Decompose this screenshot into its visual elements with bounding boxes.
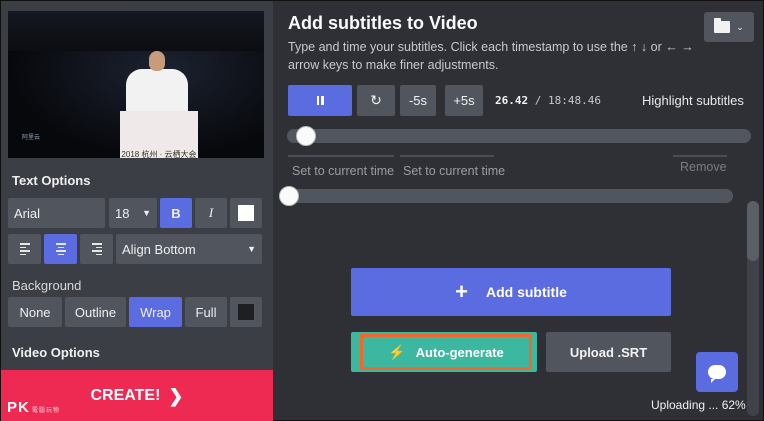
background-color-swatch (238, 304, 254, 320)
magic-wand-icon: ⚡ (388, 343, 406, 360)
page-description: Type and time your subtitles. Click each… (288, 40, 694, 72)
start-time-field[interactable] (288, 155, 394, 157)
bold-button[interactable]: B (160, 198, 192, 228)
align-center-icon (55, 243, 66, 255)
background-wrap-button[interactable]: Wrap (129, 297, 182, 327)
remove-subtitle-link[interactable]: Remove (680, 160, 727, 174)
chat-button[interactable] (696, 352, 738, 392)
background-none-button[interactable]: None (8, 297, 62, 327)
duration: 18:48.46 (548, 94, 601, 107)
file-menu-button[interactable]: ⌄ (704, 12, 754, 42)
editor-panel: Add subtitles to Video Type and time you… (273, 1, 764, 421)
end-time-field[interactable] (400, 155, 494, 157)
subtitle-range-track[interactable] (281, 189, 733, 203)
text-color-swatch (238, 205, 254, 221)
watermark-logo: PK 電腦玩物 (7, 399, 60, 416)
time-separator: / (528, 94, 548, 107)
align-center-button[interactable] (44, 234, 77, 264)
set-end-current-link[interactable]: Set to current time (403, 164, 505, 178)
text-color-button[interactable] (230, 198, 262, 228)
page-title: Add subtitles to Video (288, 13, 478, 33)
options-panel: 2018 杭州 · 云栖大会 阿里云 Text Options Arial 18… (1, 1, 273, 421)
upload-srt-button[interactable]: Upload .SRT (546, 332, 671, 372)
font-value: Arial (14, 205, 41, 221)
background-full-button[interactable]: Full (185, 297, 227, 327)
watermark-text: PK (7, 399, 30, 416)
plus-icon: + (455, 279, 468, 304)
auto-generate-label: Auto-generate (415, 344, 504, 360)
scrollbar-thumb[interactable] (747, 201, 759, 261)
position-value: Align Bottom (122, 241, 196, 257)
add-subtitle-button[interactable]: + Add subtitle (351, 268, 671, 316)
chat-bubble-icon (708, 365, 726, 383)
pause-button[interactable] (288, 85, 352, 116)
watermark-subtext: 電腦玩物 (31, 408, 60, 414)
timeline-track[interactable] (287, 129, 751, 143)
subtitle-text-field[interactable] (673, 155, 727, 157)
font-size-select[interactable]: 18 ▼ (109, 198, 157, 228)
highlight-subtitles-toggle[interactable]: Highlight subtitles (642, 93, 744, 108)
restart-icon: ↻ (370, 92, 382, 108)
stage-lights (8, 11, 264, 51)
video-options-heading: Video Options (12, 345, 100, 360)
italic-button[interactable]: I (195, 198, 227, 228)
chevron-right-icon: ❯ (168, 385, 184, 406)
set-start-current-link[interactable]: Set to current time (292, 164, 394, 178)
video-logo: 阿里云 (22, 135, 41, 141)
text-options-heading: Text Options (12, 173, 91, 188)
caret-down-icon: ▼ (142, 208, 151, 218)
align-left-button[interactable] (8, 234, 41, 264)
pause-icon (316, 96, 324, 105)
background-color-button[interactable] (230, 297, 262, 327)
auto-generate-button[interactable]: ⚡ Auto-generate (351, 332, 537, 372)
forward-button[interactable]: +5s (445, 85, 483, 116)
folder-icon (714, 18, 731, 33)
auto-generate-highlight: ⚡ Auto-generate (360, 334, 532, 370)
restart-button[interactable]: ↻ (357, 85, 395, 116)
create-label: CREATE! (90, 387, 161, 404)
caret-down-icon: ▼ (247, 244, 256, 254)
background-outline-button[interactable]: Outline (65, 297, 126, 327)
add-subtitle-label: Add subtitle (485, 284, 567, 300)
upload-status: Uploading ... 62% (651, 398, 746, 412)
timeline-handle[interactable] (295, 126, 316, 146)
speaker-head (149, 51, 165, 71)
subtitle-range-handle[interactable] (279, 186, 299, 206)
video-preview[interactable]: 2018 杭州 · 云栖大会 阿里云 (8, 11, 264, 158)
align-left-icon (19, 243, 30, 255)
background-label: Background (12, 278, 82, 293)
font-select[interactable]: Arial (8, 198, 105, 228)
position-select[interactable]: Align Bottom ▼ (116, 234, 262, 264)
podium-caption: 2018 杭州 · 云栖大会 (121, 150, 197, 158)
chevron-down-icon: ⌄ (736, 21, 744, 32)
font-size-value: 18 (115, 205, 130, 221)
rewind-button[interactable]: -5s (400, 85, 436, 116)
timecode: 26.42 / 18:48.46 (495, 94, 601, 107)
align-right-icon (91, 243, 102, 255)
align-right-button[interactable] (80, 234, 113, 264)
current-time: 26.42 (495, 94, 529, 107)
app-window: 2018 杭州 · 云栖大会 阿里云 Text Options Arial 18… (0, 0, 764, 421)
